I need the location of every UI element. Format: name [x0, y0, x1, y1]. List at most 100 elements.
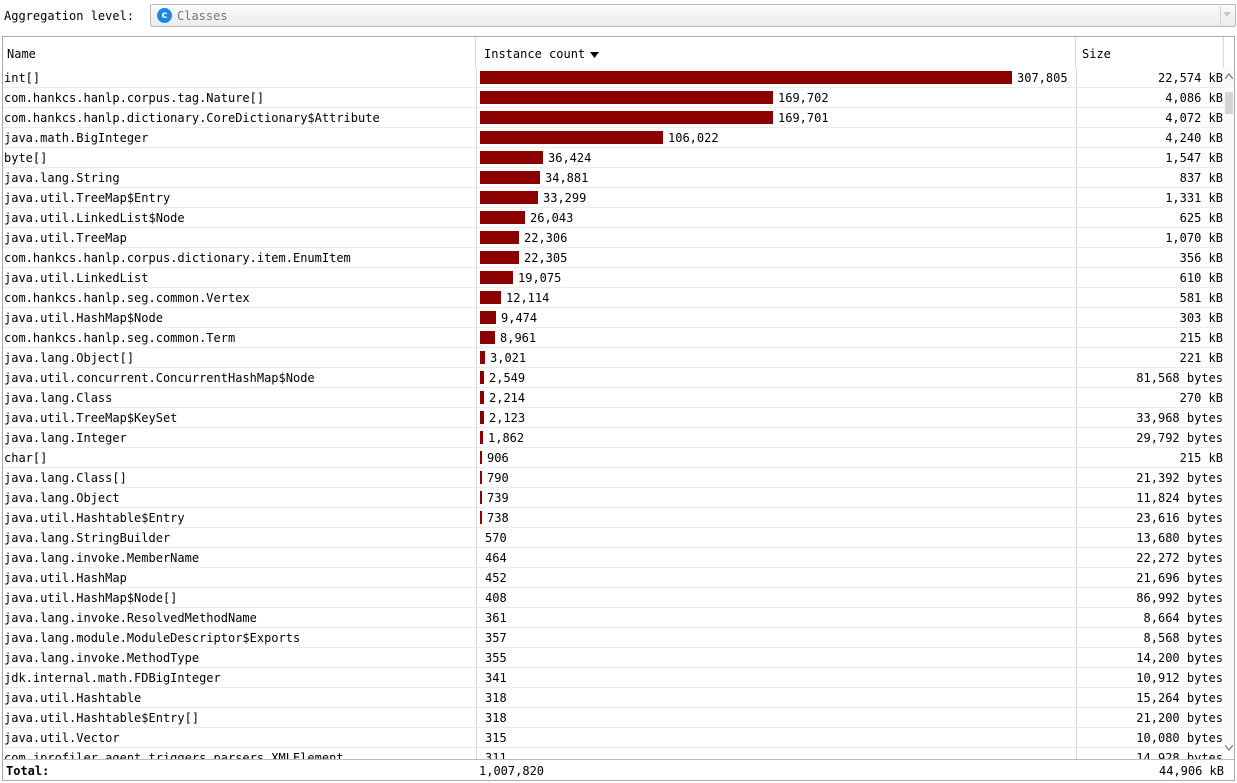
instance-count-cell: 36,424 [476, 148, 1077, 167]
table-row[interactable]: jdk.internal.math.FDBigInteger 341 10,912 … [3, 668, 1224, 688]
table-row[interactable]: java.util.TreeMap$Entry 33,299 1,331 kB [3, 188, 1224, 208]
table-row[interactable]: java.util.Hashtable$Entry[] 318 21,200 byt… [3, 708, 1224, 728]
table-row[interactable]: java.lang.invoke.MethodType 355 14,200 byt… [3, 648, 1224, 668]
table-row[interactable]: java.util.concurrent.ConcurrentHashMap$N… [3, 368, 1224, 388]
table-row[interactable]: java.lang.invoke.MemberName 464 22,272 byt… [3, 548, 1224, 568]
table-row[interactable]: java.lang.Object[] 3,021 221 kB [3, 348, 1224, 368]
table-header: Name Instance count Size [3, 37, 1234, 68]
chevron-down-icon[interactable] [1220, 6, 1233, 25]
class-name: java.lang.Object [4, 491, 120, 505]
instance-count-value: 22,306 [524, 231, 568, 245]
table-row[interactable]: java.lang.Class 2,214 270 kB [3, 388, 1224, 408]
instance-count-cell: 408 [476, 588, 1077, 607]
column-header-instance-count[interactable]: Instance count [476, 37, 1076, 68]
size-value: 22,574 kB [1076, 68, 1223, 87]
table-row[interactable]: com.hankcs.hanlp.dictionary.CoreDictiona… [3, 108, 1224, 128]
table-row[interactable]: java.lang.Object 739 11,824 bytes [3, 488, 1224, 508]
table-row[interactable]: byte[] 36,424 1,547 kB [3, 148, 1224, 168]
instance-count-value: 169,701 [778, 111, 829, 125]
class-name: java.lang.module.ModuleDescriptor$Export… [4, 631, 301, 645]
instance-count-bar [480, 511, 482, 524]
table-row[interactable]: com.hankcs.hanlp.seg.common.Vertex 12,114… [3, 288, 1224, 308]
vertical-scrollbar[interactable] [1224, 68, 1234, 759]
instance-count-cell: 8,961 [476, 328, 1077, 347]
class-name: com.hankcs.hanlp.seg.common.Term [4, 331, 236, 345]
table-row[interactable]: java.util.HashMap$Node[] 408 86,992 bytes [3, 588, 1224, 608]
instance-count-cell: 570 [476, 528, 1077, 547]
table-row[interactable]: java.lang.Class[] 790 21,392 bytes [3, 468, 1224, 488]
scroll-down-icon[interactable] [1225, 745, 1233, 751]
total-row: Total: 1,007,820 44,906 kB [3, 759, 1234, 780]
size-value: 23,616 bytes [1076, 508, 1223, 527]
table-row[interactable]: java.lang.String 34,881 837 kB [3, 168, 1224, 188]
table-row[interactable]: java.lang.StringBuilder 570 13,680 bytes [3, 528, 1224, 548]
table-row[interactable]: java.util.LinkedList 19,075 610 kB [3, 268, 1224, 288]
table-row[interactable]: java.math.BigInteger 106,022 4,240 kB [3, 128, 1224, 148]
instance-count-value: 315 [485, 731, 507, 745]
class-name: java.util.HashMap$Node[] [4, 591, 178, 605]
instance-count-cell: 169,702 [476, 88, 1077, 107]
size-value: 610 kB [1076, 268, 1223, 287]
column-header-size[interactable]: Size [1076, 37, 1224, 68]
instance-count-cell: 34,881 [476, 168, 1077, 187]
table-row[interactable]: java.util.Hashtable$Entry 738 23,616 bytes [3, 508, 1224, 528]
instance-count-value: 34,881 [545, 171, 589, 185]
size-value: 837 kB [1076, 168, 1223, 187]
instance-count-bar [480, 471, 482, 484]
instance-count-value: 361 [485, 611, 507, 625]
class-name: com.hankcs.hanlp.corpus.dictionary.item.… [4, 251, 351, 265]
total-size: 44,906 kB [1158, 764, 1224, 778]
instance-count-value: 570 [485, 531, 507, 545]
instance-count-bar [480, 491, 482, 504]
class-name: java.util.TreeMap$Entry [4, 191, 171, 205]
scrollbar-thumb[interactable] [1225, 92, 1233, 114]
size-value: 33,968 bytes [1076, 408, 1223, 427]
instance-count-cell: 1,862 [476, 428, 1077, 447]
instance-count-value: 33,299 [543, 191, 587, 205]
instance-count-value: 790 [487, 471, 509, 485]
table-row[interactable]: java.lang.module.ModuleDescriptor$Export… [3, 628, 1224, 648]
table-row[interactable]: java.util.Vector 315 10,080 bytes [3, 728, 1224, 748]
instance-count-value: 3,021 [490, 351, 527, 365]
instance-count-value: 318 [485, 691, 507, 705]
table-row[interactable]: char[] 906 215 kB [3, 448, 1224, 468]
class-name: com.jprofiler.agent.triggers.parsers.XML… [4, 751, 344, 759]
table-row[interactable]: java.util.TreeMap 22,306 1,070 kB [3, 228, 1224, 248]
instance-count-value: 307,805 [1017, 71, 1068, 85]
class-name: java.util.Hashtable [4, 691, 142, 705]
size-value: 10,912 bytes [1076, 668, 1223, 687]
class-name: java.lang.invoke.MethodType [4, 651, 200, 665]
table-row[interactable]: com.hankcs.hanlp.corpus.tag.Nature[] 169,… [3, 88, 1224, 108]
class-name: java.util.LinkedList$Node [4, 211, 185, 225]
instance-count-value: 106,022 [668, 131, 719, 145]
instance-count-cell: 26,043 [476, 208, 1077, 227]
class-name: java.lang.Object[] [4, 351, 135, 365]
size-value: 8,568 bytes [1076, 628, 1223, 647]
instance-count-bar [480, 151, 543, 164]
class-name: java.util.concurrent.ConcurrentHashMap$N… [4, 371, 315, 385]
instance-count-cell: 464 [476, 548, 1077, 567]
class-name: java.util.Hashtable$Entry[] [4, 711, 200, 725]
scroll-up-icon[interactable] [1225, 73, 1233, 79]
table-row[interactable]: java.lang.invoke.ResolvedMethodName 361 8,… [3, 608, 1224, 628]
table-row[interactable]: int[] 307,805 22,574 kB [3, 68, 1224, 88]
instance-count-bar [480, 451, 482, 464]
table-row[interactable]: java.util.HashMap$Node 9,474 303 kB [3, 308, 1224, 328]
instance-count-value: 2,549 [489, 371, 526, 385]
size-value: 4,240 kB [1076, 128, 1223, 147]
instance-count-bar [480, 311, 496, 324]
instance-count-value: 341 [485, 671, 507, 685]
instance-count-value: 19,075 [518, 271, 562, 285]
column-header-name[interactable]: Name [3, 37, 476, 68]
table-row[interactable]: java.util.HashMap 452 21,696 bytes [3, 568, 1224, 588]
table-row[interactable]: com.hankcs.hanlp.seg.common.Term 8,961 215… [3, 328, 1224, 348]
table-row[interactable]: com.hankcs.hanlp.corpus.dictionary.item.… [3, 248, 1224, 268]
table-row[interactable]: java.lang.Integer 1,862 29,792 bytes [3, 428, 1224, 448]
table-row[interactable]: java.util.LinkedList$Node 26,043 625 kB [3, 208, 1224, 228]
aggregation-level-select[interactable]: c Classes [150, 4, 1236, 27]
table-row[interactable]: java.util.Hashtable 318 15,264 bytes [3, 688, 1224, 708]
table-row[interactable]: com.jprofiler.agent.triggers.parsers.XML… [3, 748, 1224, 759]
sort-descending-icon [590, 37, 600, 72]
table-row[interactable]: java.util.TreeMap$KeySet 2,123 33,968 byte… [3, 408, 1224, 428]
instance-count-bar [480, 71, 1012, 84]
